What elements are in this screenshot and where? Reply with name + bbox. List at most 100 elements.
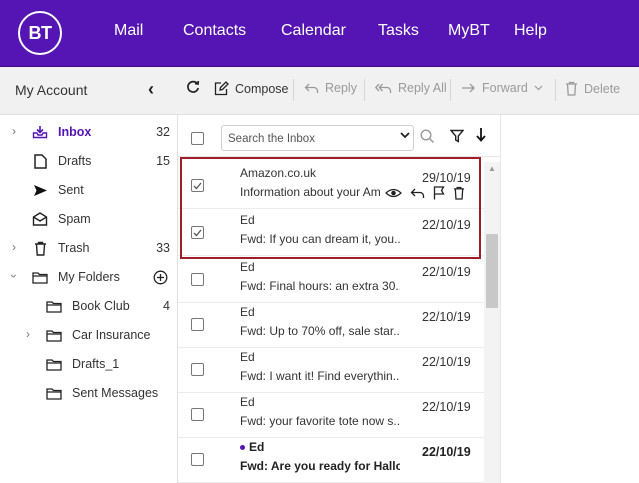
send-icon [32, 182, 48, 198]
reply-icon[interactable] [410, 187, 425, 199]
folder-icon [32, 269, 48, 285]
message-row[interactable]: Ed Fwd: Are you ready for Hallo... 22/10… [178, 436, 485, 483]
message-subject: Information about your Amazon [240, 185, 400, 199]
inbox-icon [32, 124, 48, 140]
folder-sidebar: My Account ‹ › Inbox 32 Drafts 15 Sent S… [0, 67, 178, 483]
chevron-left-icon[interactable]: ‹ [148, 79, 154, 100]
message-row[interactable]: Ed Fwd: Up to 70% off, sale star... 22/1… [178, 301, 485, 348]
folder-icon [46, 356, 62, 372]
reply-button[interactable]: Reply [304, 81, 357, 95]
chevron-down-icon[interactable] [400, 130, 410, 142]
sidebar-item-label: Sent [58, 183, 84, 197]
toolbar-divider [555, 79, 556, 101]
message-date: 22/10/19 [422, 400, 471, 414]
unread-dot-icon [240, 445, 245, 451]
message-date: 22/10/19 [422, 265, 471, 279]
sidebar-item-book-club[interactable]: Book Club 4 [0, 293, 178, 321]
message-row[interactable]: Ed Fwd: I want it! Find everythin... 22/… [178, 346, 485, 393]
sidebar-item-label: Inbox [58, 125, 92, 139]
sidebar-title: My Account [15, 82, 88, 98]
compose-label: Compose [235, 81, 289, 96]
sort-down-icon[interactable] [475, 127, 487, 146]
message-checkbox[interactable] [191, 226, 204, 239]
sidebar-item-drafts-1[interactable]: Drafts_1 [0, 351, 178, 379]
eye-icon[interactable] [385, 187, 402, 199]
top-navigation-bar: BT Mail Contacts Calendar Tasks MyBT Hel… [0, 0, 639, 67]
item-count: 15 [156, 154, 170, 168]
message-list-scrollbar[interactable]: ▲ [484, 162, 500, 483]
chevron-right-icon[interactable]: › [12, 124, 16, 138]
add-circle-icon[interactable] [152, 269, 168, 285]
sidebar-item-trash[interactable]: › Trash 33 [0, 235, 178, 263]
message-checkbox[interactable] [191, 179, 204, 192]
search-input[interactable] [228, 130, 393, 147]
select-all-checkbox[interactable] [191, 132, 204, 145]
message-sender: Ed [240, 440, 264, 454]
message-list-pane: Amazon.co.uk Information about your Amaz… [178, 115, 501, 483]
refresh-button[interactable] [186, 80, 200, 94]
trash-icon[interactable] [453, 186, 465, 200]
bt-logo[interactable]: BT [18, 11, 62, 55]
scrollbar-thumb[interactable] [486, 234, 498, 308]
message-sender: Ed [240, 350, 255, 364]
message-subject: Fwd: Final hours: an extra 30... [240, 279, 400, 293]
message-subject: Fwd: Are you ready for Hallo... [240, 459, 400, 473]
sidebar-item-sent[interactable]: Sent [0, 177, 178, 205]
reply-all-button[interactable]: Reply All [375, 81, 447, 95]
message-checkbox[interactable] [191, 453, 204, 466]
nav-help[interactable]: Help [514, 22, 547, 40]
message-subject: Fwd: I want it! Find everythin... [240, 369, 400, 383]
search-icon[interactable] [420, 129, 435, 149]
hover-actions [381, 186, 465, 200]
sidebar-item-label: Drafts_1 [72, 357, 120, 371]
message-row[interactable]: Ed Fwd: Final hours: an extra 30... 22/1… [178, 256, 485, 303]
nav-tasks[interactable]: Tasks [378, 22, 419, 40]
message-date: 29/10/19 [422, 171, 471, 185]
chevron-down-icon[interactable]: › [7, 274, 21, 278]
document-icon [32, 153, 48, 169]
item-count: 33 [156, 241, 170, 255]
sidebar-item-label: Spam [58, 212, 91, 226]
nav-mail[interactable]: Mail [114, 22, 143, 40]
message-sender: Ed [240, 213, 255, 227]
spam-icon [32, 211, 48, 227]
sidebar-item-my-folders[interactable]: › My Folders [0, 264, 178, 292]
sidebar-item-inbox[interactable]: › Inbox 32 [0, 119, 178, 147]
message-checkbox[interactable] [191, 273, 204, 286]
message-subject: Fwd: If you can dream it, you... [240, 232, 400, 246]
unread-count: 32 [156, 125, 170, 139]
flag-icon[interactable] [433, 186, 445, 200]
chevron-down-icon[interactable] [534, 85, 543, 91]
nav-calendar[interactable]: Calendar [281, 22, 346, 40]
message-checkbox[interactable] [191, 408, 204, 421]
trash-icon [566, 81, 577, 96]
sidebar-item-drafts[interactable]: Drafts 15 [0, 148, 178, 176]
nav-contacts[interactable]: Contacts [183, 22, 246, 40]
forward-label: Forward [482, 81, 528, 95]
filter-icon[interactable] [449, 129, 465, 148]
message-sender-name: Ed [249, 440, 265, 454]
refresh-icon [187, 80, 200, 93]
sidebar-item-car-insurance[interactable]: › Car Insurance [0, 322, 178, 350]
message-date: 22/10/19 [422, 310, 471, 324]
nav-mybt[interactable]: MyBT [448, 22, 490, 40]
message-checkbox[interactable] [191, 363, 204, 376]
sidebar-header: My Account ‹ [0, 67, 178, 115]
sidebar-item-sent-messages[interactable]: Sent Messages [0, 380, 178, 408]
forward-button[interactable]: Forward [461, 81, 543, 95]
chevron-right-icon[interactable]: › [12, 240, 16, 254]
toolbar-divider [364, 79, 365, 101]
message-row[interactable]: Ed Fwd: your favorite tote now s... 22/1… [178, 391, 485, 438]
message-sender: Amazon.co.uk [240, 166, 317, 180]
message-checkbox[interactable] [191, 318, 204, 331]
mail-toolbar: Compose Reply Reply All Forward Delete [178, 67, 639, 115]
delete-button[interactable]: Delete [565, 81, 620, 96]
compose-button[interactable]: Compose [214, 81, 289, 96]
message-sender: Ed [240, 260, 255, 274]
reply-icon [304, 83, 319, 93]
sidebar-item-spam[interactable]: Spam [0, 206, 178, 234]
message-row[interactable]: Amazon.co.uk Information about your Amaz… [178, 162, 485, 209]
message-row[interactable]: Ed Fwd: If you can dream it, you... 22/1… [178, 209, 485, 256]
chevron-right-icon[interactable]: › [26, 327, 30, 341]
scroll-up-arrow-icon[interactable]: ▲ [488, 164, 496, 173]
